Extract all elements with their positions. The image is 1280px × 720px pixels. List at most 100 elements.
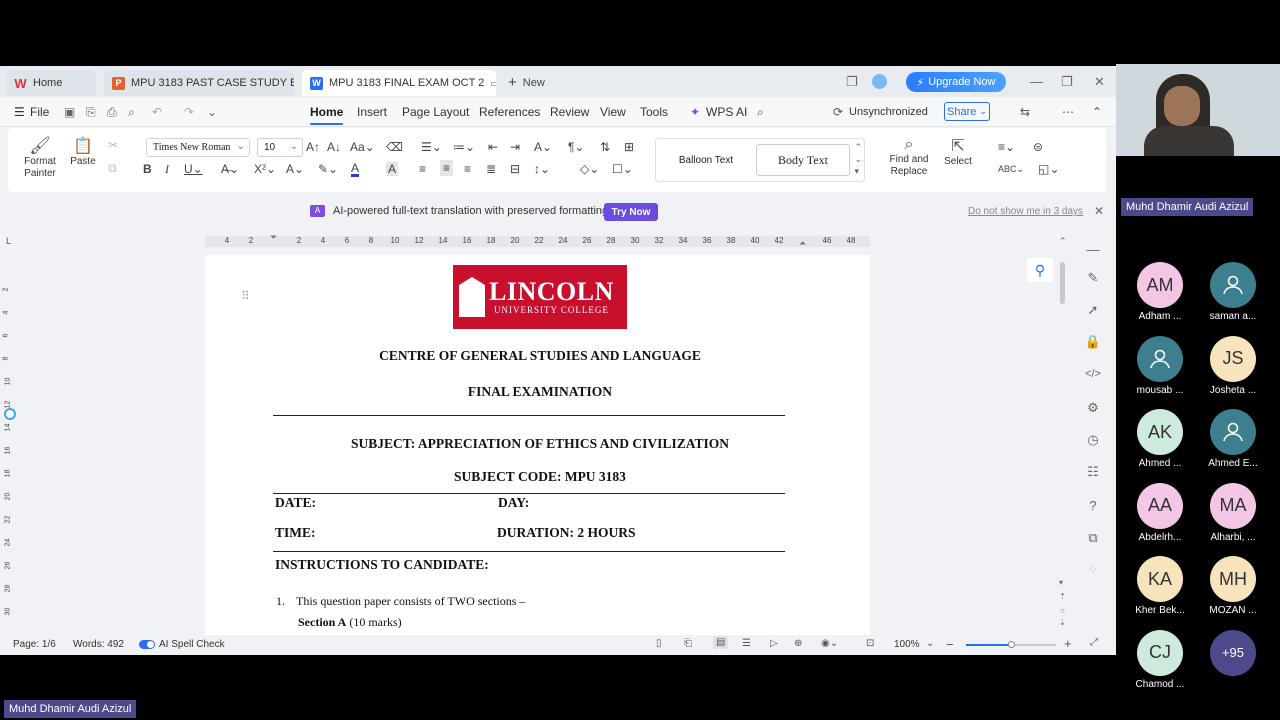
presenter-video[interactable] <box>1116 64 1280 156</box>
fullscreen-icon[interactable]: ⤢ <box>1090 637 1098 648</box>
share-button[interactable]: Share ⌄ <box>944 102 990 121</box>
align-right-icon[interactable]: ≡ <box>464 162 471 176</box>
undo-icon[interactable]: ↶ <box>152 105 162 119</box>
font-size-select[interactable]: 10 ⌄ <box>257 138 303 157</box>
drag-handle-icon[interactable]: ⠿ <box>241 289 250 303</box>
clear-format-icon[interactable]: ⌫ <box>386 140 403 154</box>
collapse-panel-icon[interactable]: — <box>1082 242 1104 257</box>
text-effect-icon[interactable]: A⌄ <box>286 162 304 176</box>
tab-past-case-study[interactable]: P MPU 3183 PAST CASE STUDY EXAM ( <box>104 70 294 96</box>
superscript-icon[interactable]: X²⌄ <box>254 162 276 176</box>
spell-check-toggle[interactable] <box>139 640 155 649</box>
reading-mode-icon[interactable]: ⎗ <box>684 638 692 649</box>
stack-icon[interactable]: ⊜ <box>1033 140 1043 154</box>
tab-home[interactable]: W Home <box>6 70 96 96</box>
italic-icon[interactable]: I <box>165 162 169 176</box>
layout-switch-icon[interactable]: ⇆ <box>1020 105 1030 119</box>
play-icon[interactable]: ▷ <box>770 638 778 649</box>
zoom-in-icon[interactable]: + <box>1064 636 1072 651</box>
web-view-icon[interactable]: ⊕ <box>794 638 802 649</box>
grid-icon[interactable]: ⁘ <box>1082 562 1104 578</box>
select-arrow-icon[interactable]: ➚ <box>1082 302 1104 318</box>
justify-icon[interactable]: ≣ <box>486 162 496 176</box>
vertical-scrollbar[interactable] <box>1060 262 1065 304</box>
code-icon[interactable]: </> <box>1082 368 1104 380</box>
shapes-icon[interactable]: ◱⌄ <box>1038 162 1059 176</box>
outline-view-icon[interactable]: ☰ <box>742 638 751 649</box>
menu-wps-ai[interactable]: WPS AI <box>706 105 747 119</box>
sort-icon[interactable]: ⇅ <box>600 140 610 154</box>
collapse-ribbon-icon[interactable]: ⌃ <box>1092 105 1102 119</box>
ruler-toggle-icon[interactable]: ⌃ <box>1059 236 1067 247</box>
underline-icon[interactable]: U⌄ <box>184 162 203 176</box>
document-page[interactable]: ⠿ LINCOLN UNIVERSITY COLLEGE CENTRE OF G… <box>205 255 870 655</box>
numbering-icon[interactable]: ≔⌄ <box>453 140 475 154</box>
participant-tile[interactable]: MA Alharbi, ... <box>1198 482 1268 543</box>
text-tools-icon[interactable]: ≡⌄ <box>998 140 1015 154</box>
menu-insert[interactable]: Insert <box>357 105 387 119</box>
participant-tile[interactable]: AA Abdelrh... <box>1125 482 1195 543</box>
table-icon[interactable]: ⊞ <box>624 140 634 154</box>
increase-font-icon[interactable]: A↑ <box>306 140 320 154</box>
print-icon[interactable]: ⎙ <box>107 105 117 120</box>
menu-page-layout[interactable]: Page Layout <box>402 105 469 119</box>
text-direction-icon[interactable]: A⌄ <box>534 140 552 154</box>
paste-button[interactable]: 📋 Paste <box>66 136 100 167</box>
right-indent-marker-icon[interactable]: ⏶ <box>799 238 806 249</box>
find-replace-button[interactable]: ⌕ Find and Replace <box>886 136 932 178</box>
export-pdf-icon[interactable]: ⎘ <box>86 105 96 120</box>
dismiss-link[interactable]: Do not show me in 3 days <box>968 206 1083 217</box>
history-icon[interactable]: ◷ <box>1082 432 1104 448</box>
file-menu[interactable]: File <box>30 105 49 119</box>
sync-status[interactable]: Unsynchronized <box>849 106 928 118</box>
vertical-ruler[interactable]: 2 4 6 8 10 12 14 16 18 20 22 24 26 28 30 <box>2 252 14 632</box>
prev-page-icon[interactable]: ⇡ <box>1059 592 1066 601</box>
try-now-button[interactable]: Try Now <box>604 203 658 221</box>
cloud-status-icon[interactable] <box>872 74 887 89</box>
zoom-slider-thumb[interactable] <box>1008 641 1015 648</box>
menu-view[interactable]: View <box>600 105 626 119</box>
edit-pen-icon[interactable]: ✎ <box>1082 270 1104 286</box>
distribute-icon[interactable]: ⊟ <box>510 162 520 176</box>
ruler-corner-icon[interactable]: L <box>6 236 11 246</box>
scroll-down-icon[interactable]: ▾ <box>1059 578 1063 587</box>
chevron-down-icon[interactable]: ⌄ <box>926 638 934 649</box>
increase-indent-icon[interactable]: ⇥ <box>510 140 520 154</box>
page-view-icon[interactable]: ▤ <box>713 636 729 649</box>
close-window-icon[interactable]: ✕ <box>1094 74 1105 90</box>
indent-marker-icon[interactable]: ⏷ <box>270 232 277 243</box>
paragraph-marks-icon[interactable]: ¶⌄ <box>568 140 585 154</box>
fit-page-icon[interactable]: ⊡ <box>866 638 874 649</box>
select-button[interactable]: ⇱ Select <box>938 136 978 167</box>
participant-tile[interactable]: Ahmed E... <box>1198 409 1268 469</box>
zoom-out-icon[interactable]: − <box>946 637 954 652</box>
participant-tile[interactable]: AK Ahmed ... <box>1125 409 1195 469</box>
change-case-icon[interactable]: Aa⌄ <box>350 140 375 154</box>
lock-icon[interactable]: 🔒 <box>1082 334 1104 350</box>
char-shading-icon[interactable]: A <box>386 162 399 176</box>
participant-tile[interactable]: MH MOZAN ... <box>1198 556 1268 616</box>
quick-access-dropdown-icon[interactable]: ⌄ <box>207 105 217 119</box>
minimize-icon[interactable]: — <box>1030 74 1043 89</box>
location-pin-icon[interactable]: ⚲ <box>1027 258 1053 282</box>
participant-tile[interactable]: AM Adham ... <box>1125 262 1195 322</box>
horizontal-ruler[interactable]: 4 2 2 4 6 8 10 12 14 16 18 20 22 24 26 28 30 32 34 36 38 40 42… <box>205 232 870 249</box>
menu-review[interactable]: Review <box>550 105 589 119</box>
word-count[interactable]: Words: 492 <box>73 639 124 650</box>
bullets-icon[interactable]: ☰⌄ <box>421 140 442 154</box>
upgrade-now-button[interactable]: ⚡ Upgrade Now <box>906 72 1006 92</box>
participant-tile[interactable]: mousab ... <box>1125 335 1195 396</box>
focus-mode-icon[interactable]: ▯ <box>656 638 662 649</box>
decrease-indent-icon[interactable]: ⇤ <box>488 140 498 154</box>
hamburger-icon[interactable]: ☰ <box>14 105 25 119</box>
style-body-text[interactable]: Body Text <box>756 144 850 176</box>
redo-icon[interactable]: ↷ <box>184 105 194 119</box>
strikethrough-icon[interactable]: A̶⌄ <box>221 162 239 176</box>
participant-tile[interactable]: CJ Chamod ... <box>1125 629 1195 690</box>
cut-icon[interactable]: ✂ <box>108 138 118 152</box>
bold-icon[interactable]: B <box>143 162 152 176</box>
help-icon[interactable]: ? <box>1082 498 1104 513</box>
style-balloon-text[interactable]: Balloon Text <box>660 144 752 176</box>
eye-protection-icon[interactable]: ◉⌄ <box>821 638 838 649</box>
restore-icon[interactable]: ❐ <box>1061 74 1073 90</box>
